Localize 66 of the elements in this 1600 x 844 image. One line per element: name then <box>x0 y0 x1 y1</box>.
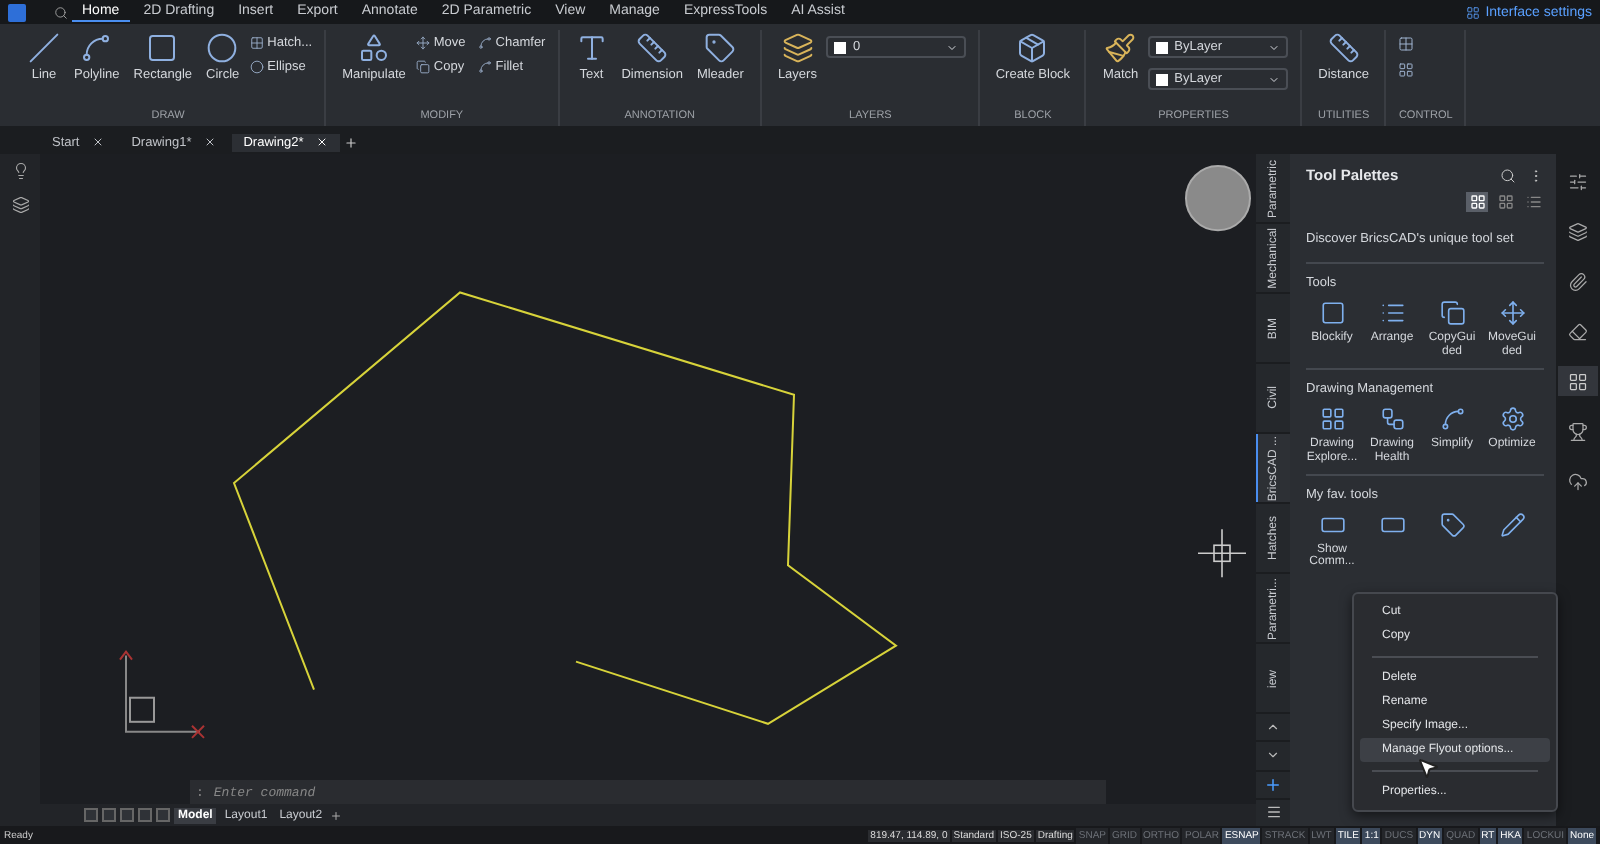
search-icon <box>54 5 68 19</box>
ruler-icon <box>636 32 669 64</box>
caret-icon <box>1268 41 1281 53</box>
move-icon <box>1499 300 1525 326</box>
ucs-axis-icon <box>119 649 205 739</box>
ellipse-icon <box>249 60 264 74</box>
grid-icon <box>249 36 264 50</box>
line-icon <box>28 32 60 64</box>
move-icon <box>415 36 430 50</box>
pencil-icon <box>1499 511 1525 538</box>
plus-icon <box>1264 775 1282 794</box>
grid-icon <box>1497 194 1513 210</box>
color-swatch <box>1156 41 1169 53</box>
menu-button[interactable] <box>1256 799 1290 827</box>
layers-icon <box>1568 221 1588 241</box>
tag-icon <box>1439 511 1465 538</box>
window-icon <box>1465 5 1480 19</box>
gear-icon <box>1499 405 1525 432</box>
list-icon <box>1525 194 1541 210</box>
caret-icon <box>946 41 959 53</box>
chevron-down-icon <box>1266 748 1280 763</box>
curve-icon <box>477 60 492 74</box>
search-icon <box>1500 167 1516 183</box>
ruler-icon <box>1327 32 1360 64</box>
add-tab-icon[interactable] <box>343 135 358 149</box>
square-icon <box>1319 300 1345 326</box>
navigation-wheel[interactable] <box>1185 165 1251 232</box>
color-swatch <box>834 41 847 53</box>
copy-icon <box>415 60 430 74</box>
grid-icon <box>1568 371 1588 391</box>
close-icon[interactable] <box>203 136 216 148</box>
close-icon[interactable] <box>91 136 104 148</box>
caret-icon <box>1268 73 1281 85</box>
box-icon <box>1016 32 1049 64</box>
mouse-pointer-icon <box>1416 756 1440 780</box>
layers-icon <box>11 196 29 214</box>
grid-icon <box>1398 36 1415 52</box>
arc-icon <box>80 32 113 64</box>
crosshair-cursor <box>1197 528 1247 579</box>
sliders-icon <box>1568 171 1588 191</box>
menu-icon <box>1265 804 1281 821</box>
table-icon <box>1319 405 1345 432</box>
layers-icon <box>781 32 814 64</box>
eraser-icon <box>1568 321 1588 341</box>
app-logo[interactable] <box>8 3 26 21</box>
curve-icon <box>1439 405 1465 432</box>
square-icon <box>146 32 179 64</box>
curve-icon <box>477 36 492 50</box>
color-swatch <box>1156 73 1169 85</box>
copy-icon <box>1439 300 1465 326</box>
brush-icon <box>1104 32 1137 64</box>
view-toggle[interactable] <box>1494 192 1516 212</box>
chevron-up-icon <box>1266 720 1280 735</box>
add-button[interactable] <box>1256 771 1290 798</box>
chart-icon <box>1379 405 1405 432</box>
triangle-icon <box>357 32 390 64</box>
paperclip-icon <box>1568 271 1588 291</box>
palette-button[interactable] <box>1558 366 1598 396</box>
text-icon <box>575 32 608 64</box>
cloud-upload-icon <box>1568 471 1588 491</box>
grid-icon <box>1469 194 1485 210</box>
circle-icon <box>206 32 239 64</box>
view-toggle[interactable] <box>1466 192 1488 212</box>
grid-icon <box>1398 62 1415 78</box>
trophy-icon <box>1568 421 1588 441</box>
add-layout-icon[interactable] <box>330 809 343 821</box>
